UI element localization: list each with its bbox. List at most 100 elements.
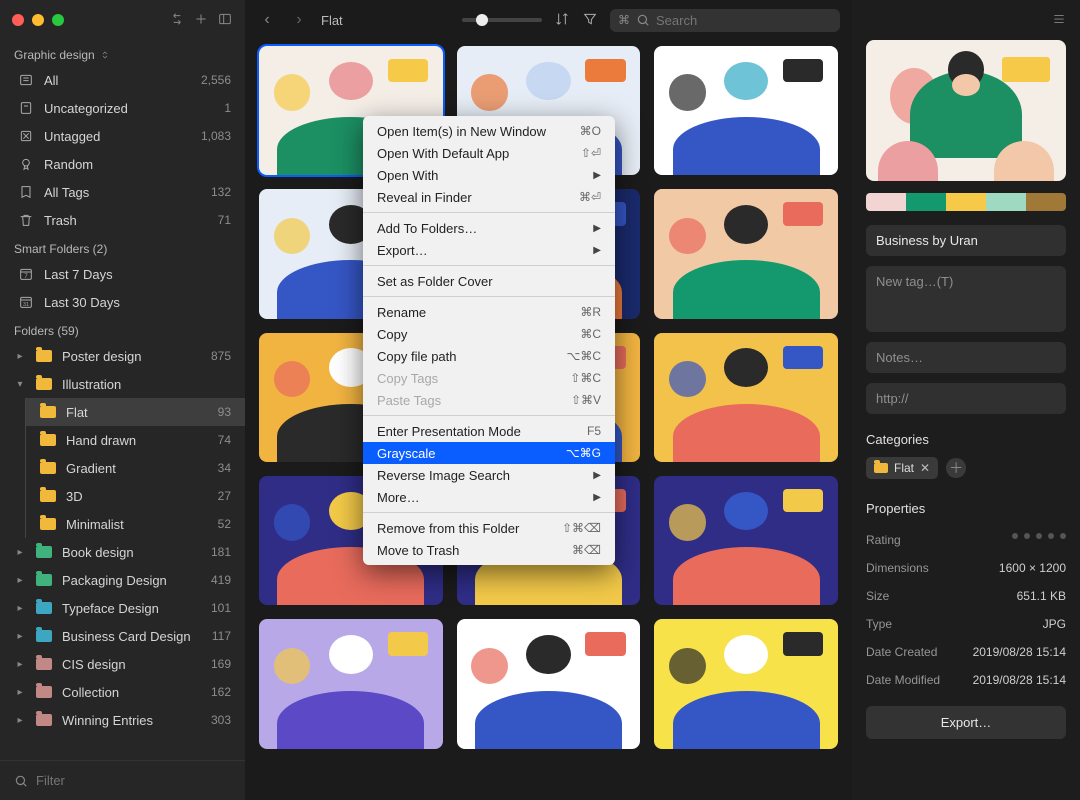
ctx-export[interactable]: Export…▶ [363,239,615,261]
sidebar-folder-typeface-design[interactable]: ▸Typeface Design101 [0,594,245,622]
swatch[interactable] [946,193,986,211]
nav-back-button[interactable]: ‹ [257,11,277,29]
folder-icon [36,350,52,362]
sidebar-item-all[interactable]: All2,556 [0,66,245,94]
panel-menu-icon[interactable] [1052,12,1066,29]
sidebar-folder-illustration[interactable]: ▾Illustration [0,370,245,398]
sidebar-folder-hand-drawn[interactable]: Hand drawn74 [26,426,245,454]
inspector-panel: Business by Uran New tag…(T) Notes… http… [852,0,1080,800]
remove-chip-icon[interactable]: ✕ [920,461,930,475]
smart-folders-header: Smart Folders (2) [0,234,245,260]
sidebar-item-uncategorized[interactable]: Uncategorized1 [0,94,245,122]
disclosure-icon[interactable]: ▸ [14,351,26,362]
add-icon[interactable] [193,11,209,30]
folders-header: Folders (59) [0,316,245,342]
notes-field[interactable]: Notes… [866,342,1066,373]
sidebar-folder-packaging-design[interactable]: ▸Packaging Design419 [0,566,245,594]
ctx-reveal-in-finder[interactable]: Reveal in Finder⌘⏎ [363,186,615,208]
sidebar-sysicon [18,100,34,116]
disclosure-icon[interactable]: ▸ [14,603,26,614]
sidebar-item-untagged[interactable]: Untagged1,083 [0,122,245,150]
toggle-sidebar-icon[interactable] [217,11,233,30]
sort-icon[interactable] [554,11,570,30]
search-input[interactable] [656,13,832,28]
folder-icon [40,462,56,474]
ctx-remove-from-this-folder[interactable]: Remove from this Folder⇧⌘⌫ [363,517,615,539]
ctx-open-item-s-in-new-window[interactable]: Open Item(s) in New Window⌘O [363,120,615,142]
sidebar-folder-winning-entries[interactable]: ▸Winning Entries303 [0,706,245,734]
disclosure-icon[interactable]: ▸ [14,631,26,642]
sidebar-folder-poster-design[interactable]: ▸Poster design875 [0,342,245,370]
sidebar-filter-input[interactable] [36,773,231,788]
sidebar-item-random[interactable]: Random [0,150,245,178]
sidebar-folder-flat[interactable]: Flat93 [26,398,245,426]
library-header[interactable]: Graphic design [0,40,245,66]
thumbnail[interactable] [457,619,641,748]
switch-library-icon[interactable] [169,11,185,30]
sidebar-folder-book-design[interactable]: ▸Book design181 [0,538,245,566]
preview-thumbnail[interactable] [866,40,1066,181]
ctx-grayscale[interactable]: Grayscale⌥⌘G [363,442,615,464]
sidebar-folder-minimalist[interactable]: Minimalist52 [26,510,245,538]
ctx-more[interactable]: More…▶ [363,486,615,508]
tags-field[interactable]: New tag…(T) [866,266,1066,332]
thumbnail[interactable] [259,619,443,748]
nav-forward-button[interactable]: › [289,11,309,29]
breadcrumb: Flat [321,13,343,28]
sidebar-folder-3d[interactable]: 3D27 [26,482,245,510]
swatch[interactable] [1026,193,1066,211]
sidebar-folder-business-card-design[interactable]: ▸Business Card Design117 [0,622,245,650]
ctx-open-with[interactable]: Open With▶ [363,164,615,186]
title-field[interactable]: Business by Uran [866,225,1066,256]
filter-options-icon[interactable] [582,11,598,30]
maximize-window-button[interactable] [52,14,64,26]
ctx-enter-presentation-mode[interactable]: Enter Presentation ModeF5 [363,420,615,442]
disclosure-icon[interactable]: ▸ [14,659,26,670]
url-field[interactable]: http:// [866,383,1066,414]
ctx-copy[interactable]: Copy⌘C [363,323,615,345]
color-swatches[interactable] [866,193,1066,211]
sidebar-smart-last-30-days[interactable]: 31Last 30 Days [0,288,245,316]
thumbnail-size-slider[interactable] [462,18,542,22]
ctx-rename[interactable]: Rename⌘R [363,301,615,323]
close-window-button[interactable] [12,14,24,26]
thumbnail[interactable] [654,46,838,175]
category-chip[interactable]: Flat ✕ [866,457,938,479]
folder-icon [36,630,52,642]
disclosure-icon[interactable]: ▸ [14,715,26,726]
folder-icon [40,434,56,446]
search-box[interactable]: ⌘ [610,9,840,32]
sidebar-folder-collection[interactable]: ▸Collection162 [0,678,245,706]
thumbnail[interactable] [654,619,838,748]
disclosure-icon[interactable]: ▸ [14,575,26,586]
categories-title: Categories [866,432,1066,447]
ctx-move-to-trash[interactable]: Move to Trash⌘⌫ [363,539,615,561]
sidebar-item-all-tags[interactable]: All Tags132 [0,178,245,206]
rating-control[interactable] [1012,533,1066,547]
sidebar-folder-cis-design[interactable]: ▸CIS design169 [0,650,245,678]
disclosure-icon[interactable]: ▾ [14,379,26,390]
disclosure-icon[interactable]: ▸ [14,687,26,698]
sidebar-sysicon [18,156,34,172]
thumbnail[interactable] [654,333,838,462]
disclosure-icon[interactable]: ▸ [14,547,26,558]
export-button[interactable]: Export… [866,706,1066,739]
minimize-window-button[interactable] [32,14,44,26]
ctx-open-with-default-app[interactable]: Open With Default App⇧⏎ [363,142,615,164]
ctx-reverse-image-search[interactable]: Reverse Image Search▶ [363,464,615,486]
ctx-add-to-folders[interactable]: Add To Folders…▶ [363,217,615,239]
thumbnail[interactable] [654,189,838,318]
sidebar-smart-last-7-days[interactable]: 7Last 7 Days [0,260,245,288]
sidebar-sysicon [18,72,34,88]
ctx-copy-file-path[interactable]: Copy file path⌥⌘C [363,345,615,367]
filter-icon [14,774,28,788]
add-category-button[interactable]: ＋ [946,458,966,478]
swatch[interactable] [986,193,1026,211]
ctx-set-as-folder-cover[interactable]: Set as Folder Cover [363,270,615,292]
swatch[interactable] [906,193,946,211]
sidebar-folder-gradient[interactable]: Gradient34 [26,454,245,482]
swatch[interactable] [866,193,906,211]
sidebar-item-trash[interactable]: Trash71 [0,206,245,234]
chevron-right-icon: ▶ [593,492,601,503]
thumbnail[interactable] [654,476,838,605]
